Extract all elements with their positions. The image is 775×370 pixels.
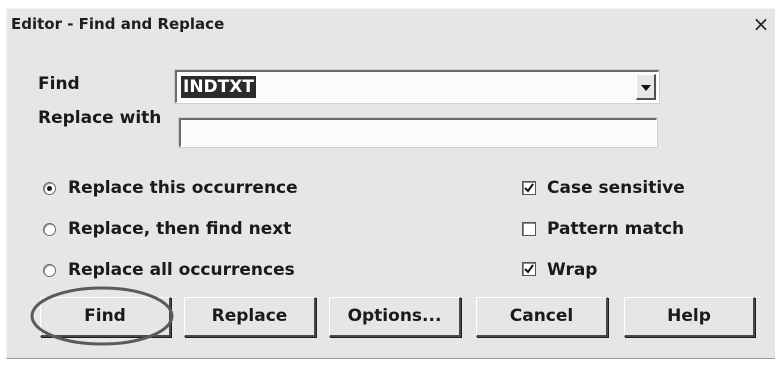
cancel-button[interactable]: Cancel bbox=[476, 297, 608, 337]
find-label: Find bbox=[38, 74, 80, 94]
checkbox-wrap-label[interactable]: Wrap bbox=[547, 260, 597, 280]
checkbox-wrap[interactable] bbox=[522, 262, 536, 276]
replace-with-field[interactable] bbox=[179, 118, 657, 147]
title-bar: Editor - Find and Replace × bbox=[7, 9, 775, 39]
checkbox-case-sensitive[interactable] bbox=[522, 181, 536, 195]
radio-replace-all-label[interactable]: Replace all occurrences bbox=[68, 260, 295, 280]
checkbox-pattern-match-label[interactable]: Pattern match bbox=[547, 219, 684, 239]
window-title: Editor - Find and Replace bbox=[11, 15, 225, 33]
options-button-label: Options... bbox=[347, 306, 442, 326]
replace-button[interactable]: Replace bbox=[184, 297, 316, 337]
find-input-value[interactable]: INDTXT bbox=[181, 76, 256, 98]
radio-replace-find-next[interactable] bbox=[43, 223, 56, 236]
help-button-label: Help bbox=[667, 306, 711, 326]
checkbox-case-sensitive-label[interactable]: Case sensitive bbox=[547, 178, 685, 198]
options-button[interactable]: Options... bbox=[329, 297, 461, 337]
chevron-down-icon[interactable] bbox=[636, 74, 656, 100]
help-button[interactable]: Help bbox=[624, 297, 755, 337]
find-button[interactable]: Find bbox=[40, 297, 171, 337]
replace-with-label: Replace with bbox=[38, 108, 162, 128]
radio-replace-find-next-label[interactable]: Replace, then find next bbox=[68, 219, 291, 239]
find-combobox[interactable]: INDTXT bbox=[175, 70, 659, 103]
radio-replace-all[interactable] bbox=[43, 264, 56, 277]
find-button-label: Find bbox=[84, 306, 126, 326]
close-icon[interactable]: × bbox=[750, 13, 772, 35]
radio-replace-this[interactable] bbox=[43, 182, 56, 195]
replace-button-label: Replace bbox=[211, 306, 288, 326]
radio-replace-this-label[interactable]: Replace this occurrence bbox=[68, 178, 298, 198]
checkbox-pattern-match[interactable] bbox=[522, 222, 536, 236]
cancel-button-label: Cancel bbox=[509, 306, 574, 326]
